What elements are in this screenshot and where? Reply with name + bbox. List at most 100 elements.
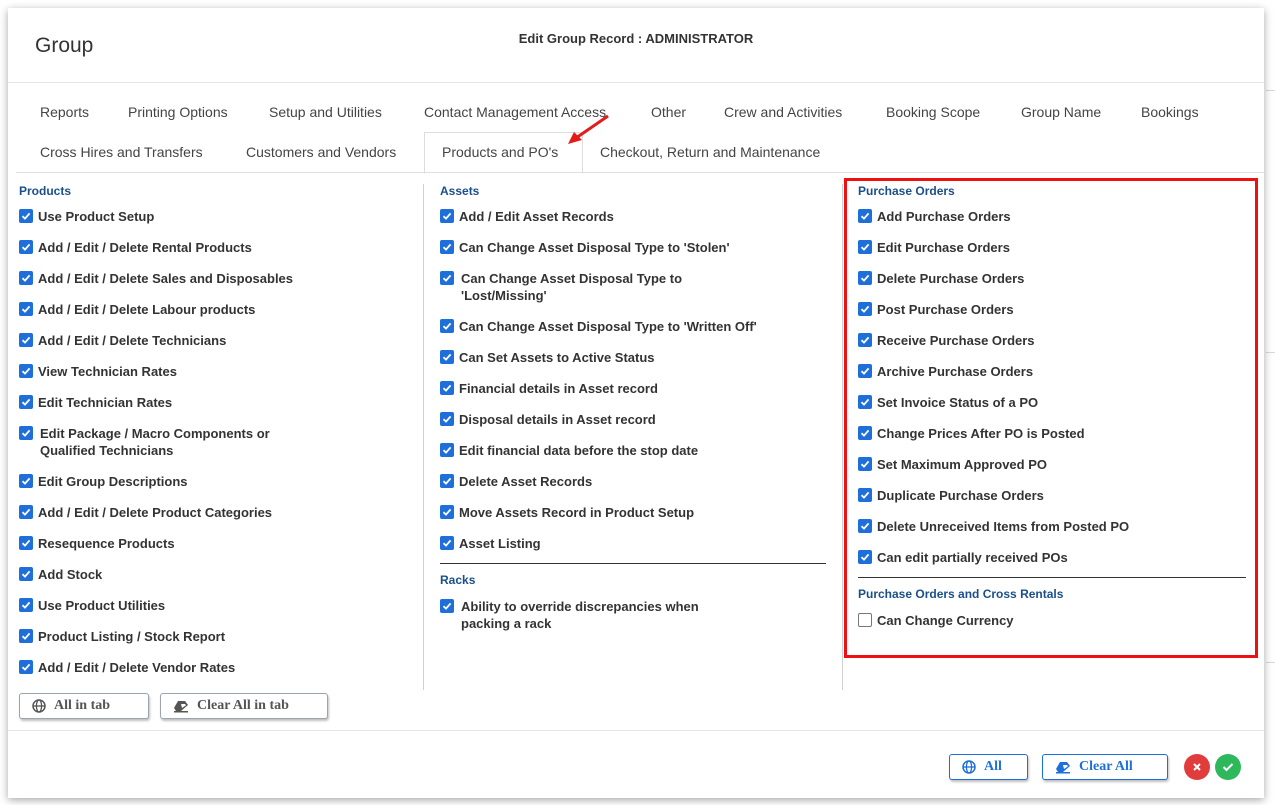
perm-checkbox[interactable]: Disposal details in Asset record <box>440 411 828 428</box>
clear-all-in-tab-button[interactable]: Clear All in tab <box>160 693 328 719</box>
perm-checkbox[interactable]: Edit Package / Macro Components or Qualif… <box>19 425 419 459</box>
checkbox-checked-icon[interactable] <box>440 240 454 254</box>
checkbox-checked-icon[interactable] <box>440 271 454 285</box>
checkbox-checked-icon[interactable] <box>19 209 33 223</box>
tab-other[interactable]: Other <box>651 104 686 120</box>
perm-label: View Technician Rates <box>38 364 177 379</box>
perm-label-continued: packing a rack <box>461 616 552 631</box>
checkbox-checked-icon[interactable] <box>440 381 454 395</box>
tab-crew-and-activities[interactable]: Crew and Activities <box>724 104 842 120</box>
checkbox-checked-icon[interactable] <box>440 443 454 457</box>
all-button[interactable]: All <box>949 754 1028 780</box>
perm-label: Add / Edit / Delete Technicians <box>38 333 227 348</box>
tab-reports[interactable]: Reports <box>40 104 89 120</box>
checkbox-checked-icon[interactable] <box>19 598 33 612</box>
tab-cross-hires-and-transfers[interactable]: Cross Hires and Transfers <box>40 144 203 160</box>
checkbox-checked-icon[interactable] <box>19 333 33 347</box>
perm-checkbox[interactable]: Resequence Products <box>19 535 419 552</box>
perm-checkbox[interactable]: Use Product Utilities <box>19 597 419 614</box>
perm-checkbox[interactable]: Move Assets Record in Product Setup <box>440 504 828 521</box>
checkbox-checked-icon[interactable] <box>440 474 454 488</box>
perm-checkbox[interactable]: Add / Edit / Delete Sales and Disposable… <box>19 270 419 287</box>
tab-products-and-pos[interactable]: Products and PO's <box>442 144 558 160</box>
checkbox-checked-icon[interactable] <box>19 536 33 550</box>
tab-bookings[interactable]: Bookings <box>1141 104 1199 120</box>
checkbox-checked-icon[interactable] <box>440 412 454 426</box>
perm-checkbox[interactable]: Can Change Asset Disposal Type to 'Stole… <box>440 239 828 256</box>
tab-checkout-return-maintenance[interactable]: Checkout, Return and Maintenance <box>600 144 820 160</box>
products-section-title: Products <box>19 184 72 198</box>
checkbox-checked-icon[interactable] <box>19 567 33 581</box>
checkbox-checked-icon[interactable] <box>19 271 33 285</box>
checkbox-checked-icon[interactable] <box>19 629 33 643</box>
checkbox-checked-icon[interactable] <box>440 350 454 364</box>
perm-checkbox[interactable]: Add Stock <box>19 566 419 583</box>
perm-label: Delete Asset Records <box>459 474 593 489</box>
checkbox-checked-icon[interactable] <box>19 505 33 519</box>
perm-checkbox[interactable]: Edit financial data before the stop date <box>440 442 828 459</box>
tab-setup-and-utilities[interactable]: Setup and Utilities <box>269 104 382 120</box>
perm-label: Financial details in Asset record <box>459 381 658 396</box>
perm-checkbox[interactable]: Product Listing / Stock Report <box>19 628 419 645</box>
perm-label: Resequence Products <box>38 536 175 551</box>
perm-label: Disposal details in Asset record <box>459 412 656 427</box>
checkbox-checked-icon[interactable] <box>19 660 33 674</box>
perm-label: Add Stock <box>38 567 103 582</box>
tab-booking-scope[interactable]: Booking Scope <box>886 104 980 120</box>
checkbox-checked-icon[interactable] <box>19 240 33 254</box>
assets-section: Assets Add / Edit Asset Records Can Chan… <box>440 184 828 632</box>
checkbox-checked-icon[interactable] <box>19 474 33 488</box>
tab-bar-row-1: Reports Printing Options Setup and Utili… <box>25 104 1255 138</box>
all-in-tab-button[interactable]: All in tab <box>19 693 149 719</box>
perm-label: Add / Edit Asset Records <box>459 209 614 224</box>
perm-label: Can Change Asset Disposal Type to 'Writt… <box>459 319 757 334</box>
perm-label: Add / Edit / Delete Vendor Rates <box>38 660 236 675</box>
checkbox-checked-icon[interactable] <box>19 302 33 316</box>
perm-checkbox[interactable]: Use Product Setup <box>19 208 419 225</box>
perm-label: Can Change Asset Disposal Type to <box>461 271 683 286</box>
clear-all-label: Clear All <box>1079 759 1133 774</box>
perm-label: Can Set Assets to Active Status <box>459 350 655 365</box>
perm-checkbox[interactable]: Add / Edit / Delete Product Categories <box>19 504 419 521</box>
perm-checkbox[interactable]: Edit Technician Rates <box>19 394 419 411</box>
perm-checkbox[interactable]: Asset Listing <box>440 535 828 552</box>
all-in-tab-label: All in tab <box>54 698 111 713</box>
checkbox-checked-icon[interactable] <box>19 364 33 378</box>
checkbox-checked-icon[interactable] <box>19 395 33 409</box>
perm-label: Product Listing / Stock Report <box>38 629 226 644</box>
perm-checkbox[interactable]: View Technician Rates <box>19 363 419 380</box>
cancel-button[interactable] <box>1184 754 1210 780</box>
checkbox-checked-icon[interactable] <box>440 319 454 333</box>
clear-all-in-tab-label: Clear All in tab <box>197 698 289 713</box>
confirm-button[interactable] <box>1215 754 1241 780</box>
all-label: All <box>984 759 1002 774</box>
perm-label: Edit financial data before the stop date <box>459 443 699 458</box>
perm-checkbox[interactable]: Can Set Assets to Active Status <box>440 349 828 366</box>
tab-group-name[interactable]: Group Name <box>1021 104 1101 120</box>
perm-checkbox[interactable]: Add / Edit Asset Records <box>440 208 828 225</box>
checkbox-checked-icon[interactable] <box>440 536 454 550</box>
checkbox-checked-icon[interactable] <box>19 426 33 440</box>
clear-all-button[interactable]: Clear All <box>1042 754 1168 780</box>
perm-label: Edit Group Descriptions <box>38 474 188 489</box>
perm-label: Asset Listing <box>459 536 541 551</box>
perm-checkbox[interactable]: Can Change Asset Disposal Type to 'Lost/M… <box>440 270 828 304</box>
tab-customers-and-vendors[interactable]: Customers and Vendors <box>246 144 396 160</box>
perm-checkbox[interactable]: Add / Edit / Delete Vendor Rates <box>19 659 419 676</box>
perm-checkbox[interactable]: Financial details in Asset record <box>440 380 828 397</box>
racks-section-title: Racks <box>440 573 476 587</box>
perm-checkbox[interactable]: Add / Edit / Delete Labour products <box>19 301 419 318</box>
perm-checkbox[interactable]: Add / Edit / Delete Rental Products <box>19 239 419 256</box>
perm-label: Ability to override discrepancies when <box>461 599 699 614</box>
tab-printing-options[interactable]: Printing Options <box>128 104 228 120</box>
footer-divider <box>8 730 1264 731</box>
perm-checkbox[interactable]: Add / Edit / Delete Technicians <box>19 332 419 349</box>
perm-checkbox[interactable]: Can Change Asset Disposal Type to 'Writt… <box>440 318 828 335</box>
checkbox-checked-icon[interactable] <box>440 505 454 519</box>
checkbox-checked-icon[interactable] <box>440 599 454 613</box>
perm-checkbox[interactable]: Delete Asset Records <box>440 473 828 490</box>
perm-checkbox[interactable]: Ability to override discrepancies when pa… <box>440 598 828 632</box>
perm-label: Edit Package / Macro Components or <box>40 426 270 441</box>
perm-checkbox[interactable]: Edit Group Descriptions <box>19 473 419 490</box>
checkbox-checked-icon[interactable] <box>440 209 454 223</box>
